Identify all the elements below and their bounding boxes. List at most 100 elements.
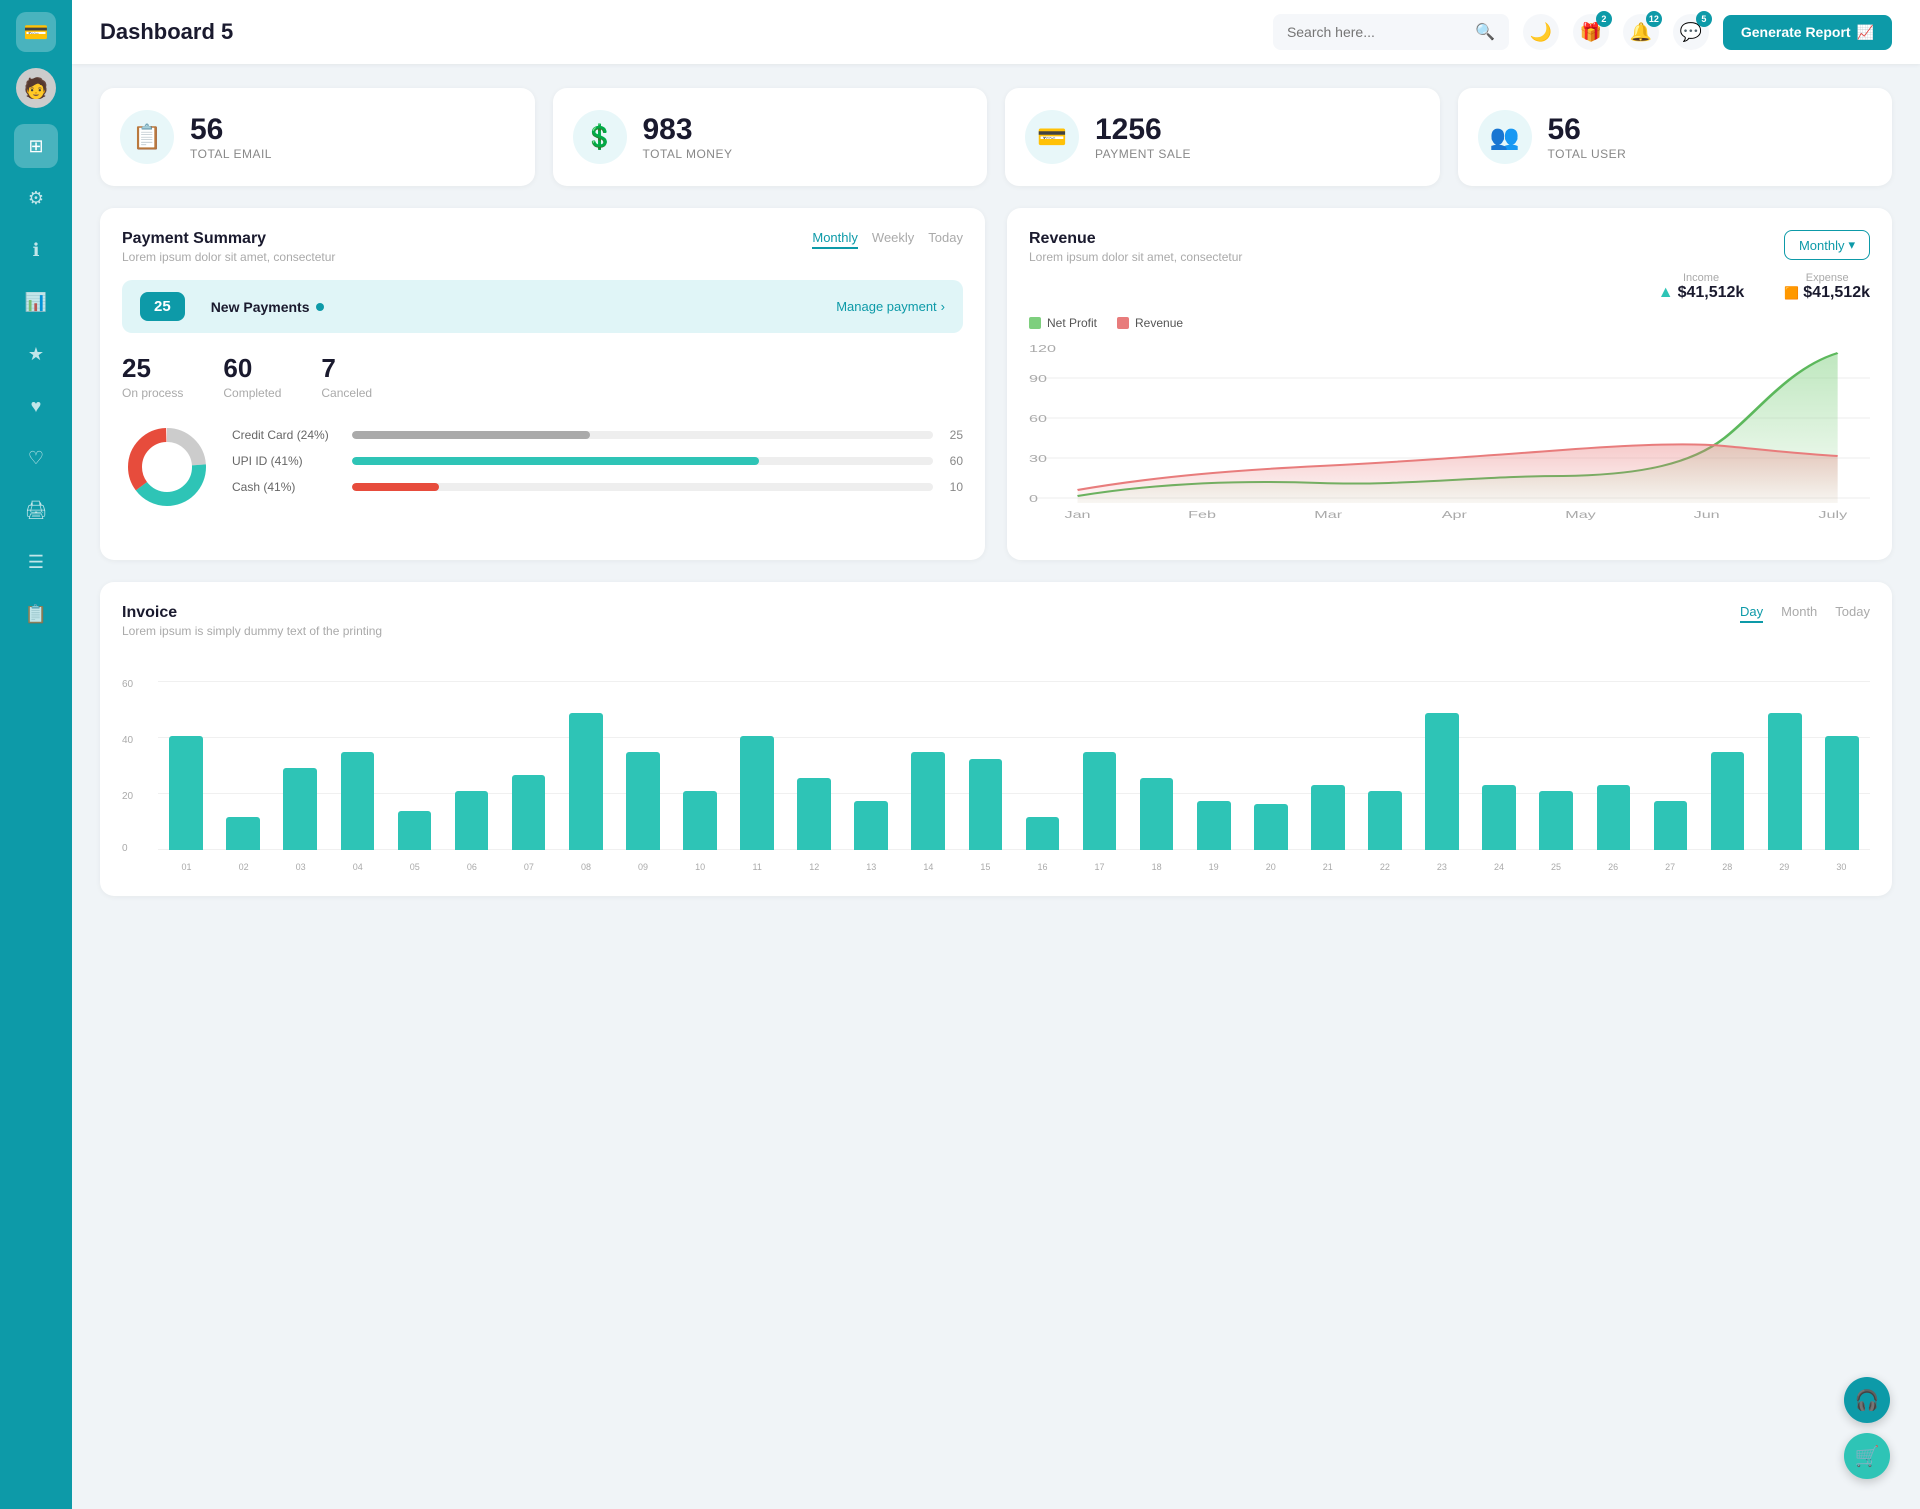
search-input[interactable] <box>1287 24 1467 40</box>
svg-text:30: 30 <box>1029 453 1047 464</box>
manage-payment-link[interactable]: Manage payment › <box>836 299 945 314</box>
invoice-section: Invoice Lorem ipsum is simply dummy text… <box>100 582 1892 896</box>
menu-icon: ☰ <box>28 552 44 573</box>
upi-bar <box>352 457 759 465</box>
email-label: TOTAL EMAIL <box>190 147 272 161</box>
sidebar-logo[interactable]: 💳 <box>16 12 56 52</box>
star-icon: ★ <box>28 344 44 365</box>
completed-count: 60 <box>223 353 281 384</box>
revenue-dot <box>1117 317 1129 329</box>
bar-29 <box>1768 713 1802 850</box>
cart-fab[interactable]: 🛒 <box>1844 1433 1890 1479</box>
money-icon: 💲 <box>573 110 627 164</box>
sidebar: 💳 🧑 ⊞ ⚙ ℹ 📊 ★ ♥ ♡ 🖨 ☰ 📋 <box>0 0 72 1509</box>
payment-count: 1256 <box>1095 113 1191 147</box>
payment-summary-subtitle: Lorem ipsum dolor sit amet, consectetur <box>122 250 335 264</box>
sidebar-item-favorites[interactable]: ★ <box>14 332 58 376</box>
bar-13 <box>854 801 888 850</box>
sidebar-item-settings[interactable]: ⚙ <box>14 176 58 220</box>
svg-text:July: July <box>1818 509 1847 520</box>
mid-row: Payment Summary Lorem ipsum dolor sit am… <box>100 208 1892 560</box>
cash-label: Cash (41%) <box>232 480 342 494</box>
invoice-bars <box>158 654 1870 850</box>
credit-card-count: 25 <box>943 428 963 442</box>
svg-text:Mar: Mar <box>1314 509 1342 520</box>
analytics-icon: 📊 <box>25 292 47 313</box>
canceled-count: 7 <box>321 353 372 384</box>
upi-bar-bg <box>352 457 933 465</box>
revenue-subtitle: Lorem ipsum dolor sit amet, consectetur <box>1029 250 1242 264</box>
cash-count: 10 <box>943 480 963 494</box>
svg-text:0: 0 <box>1029 493 1038 504</box>
print-icon: 🖨 <box>25 500 48 521</box>
user-label: TOTAL USER <box>1548 147 1627 161</box>
tab-today[interactable]: Today <box>928 230 963 249</box>
dashboard-icon: ⊞ <box>28 136 43 157</box>
svg-text:May: May <box>1565 509 1596 520</box>
bar-20 <box>1254 804 1288 850</box>
sidebar-item-print[interactable]: 🖨 <box>14 488 58 532</box>
x-label-19: 19 <box>1185 862 1242 872</box>
np-indicator-dot <box>316 303 324 311</box>
notification-button[interactable]: 🔔 12 <box>1623 14 1659 50</box>
sidebar-item-dashboard[interactable]: ⊞ <box>14 124 58 168</box>
bar-26 <box>1597 785 1631 850</box>
user-avatar[interactable]: 🧑 <box>16 68 56 108</box>
chat-button[interactable]: 💬 5 <box>1673 14 1709 50</box>
invoice-tab-month[interactable]: Month <box>1781 604 1817 623</box>
x-label-06: 06 <box>443 862 500 872</box>
revenue-label: Revenue <box>1135 316 1183 330</box>
invoice-tab-day[interactable]: Day <box>1740 604 1763 623</box>
bar-23 <box>1425 713 1459 850</box>
expense-value: 🟧 $41,512k <box>1784 284 1870 302</box>
net-profit-label: Net Profit <box>1047 316 1097 330</box>
payment-summary-card: Payment Summary Lorem ipsum dolor sit am… <box>100 208 985 560</box>
user-stat-info: 56 TOTAL USER <box>1548 113 1627 161</box>
x-label-26: 26 <box>1585 862 1642 872</box>
generate-report-button[interactable]: Generate Report 📈 <box>1723 15 1892 50</box>
on-process-label: On process <box>122 386 183 400</box>
stat-cards-row: 📋 56 TOTAL EMAIL 💲 983 TOTAL MONEY 💳 125… <box>100 88 1892 186</box>
upi-count: 60 <box>943 454 963 468</box>
sidebar-item-liked[interactable]: ♥ <box>14 384 58 428</box>
x-label-09: 09 <box>615 862 672 872</box>
x-label-02: 02 <box>215 862 272 872</box>
money-count: 983 <box>643 113 733 147</box>
invoice-chart: 0 20 40 60 01020304050607080910111213141… <box>122 654 1870 874</box>
sidebar-item-wishlist[interactable]: ♡ <box>14 436 58 480</box>
bar-22 <box>1368 791 1402 850</box>
stat-card-user: 👥 56 TOTAL USER <box>1458 88 1893 186</box>
tab-monthly[interactable]: Monthly <box>812 230 858 249</box>
sidebar-item-menu[interactable]: ☰ <box>14 540 58 584</box>
bar-15 <box>969 759 1003 850</box>
bar-7 <box>512 775 546 850</box>
dark-mode-toggle[interactable]: 🌙 <box>1523 14 1559 50</box>
payment-tabs: Monthly Weekly Today <box>812 230 963 249</box>
x-label-20: 20 <box>1242 862 1299 872</box>
heart-icon: ♥ <box>31 396 42 417</box>
legend-revenue: Revenue <box>1117 316 1183 330</box>
tab-weekly[interactable]: Weekly <box>872 230 914 249</box>
x-label-13: 13 <box>843 862 900 872</box>
main-content: Dashboard 5 🔍 🌙 🎁 2 🔔 12 💬 5 Gen <box>72 0 1920 1509</box>
svg-text:90: 90 <box>1029 373 1047 384</box>
gift-button[interactable]: 🎁 2 <box>1573 14 1609 50</box>
info-icon: ℹ <box>33 240 40 261</box>
payment-label: PAYMENT SALE <box>1095 147 1191 161</box>
bar-9 <box>626 752 660 850</box>
sidebar-item-analytics[interactable]: 📊 <box>14 280 58 324</box>
x-label-16: 16 <box>1014 862 1071 872</box>
invoice-tab-today[interactable]: Today <box>1835 604 1870 623</box>
bar-16 <box>1026 817 1060 850</box>
sidebar-item-list[interactable]: 📋 <box>14 592 58 636</box>
support-fab[interactable]: 🎧 <box>1844 1377 1890 1423</box>
search-box[interactable]: 🔍 <box>1273 14 1509 50</box>
page-content: 📋 56 TOTAL EMAIL 💲 983 TOTAL MONEY 💳 125… <box>72 64 1920 920</box>
bar-11 <box>740 736 774 850</box>
revenue-monthly-button[interactable]: Monthly ▾ <box>1784 230 1870 260</box>
headset-icon: 🎧 <box>1855 1388 1880 1413</box>
moon-icon: 🌙 <box>1530 22 1552 43</box>
x-label-24: 24 <box>1470 862 1527 872</box>
svg-text:60: 60 <box>1029 413 1047 424</box>
sidebar-item-info[interactable]: ℹ <box>14 228 58 272</box>
